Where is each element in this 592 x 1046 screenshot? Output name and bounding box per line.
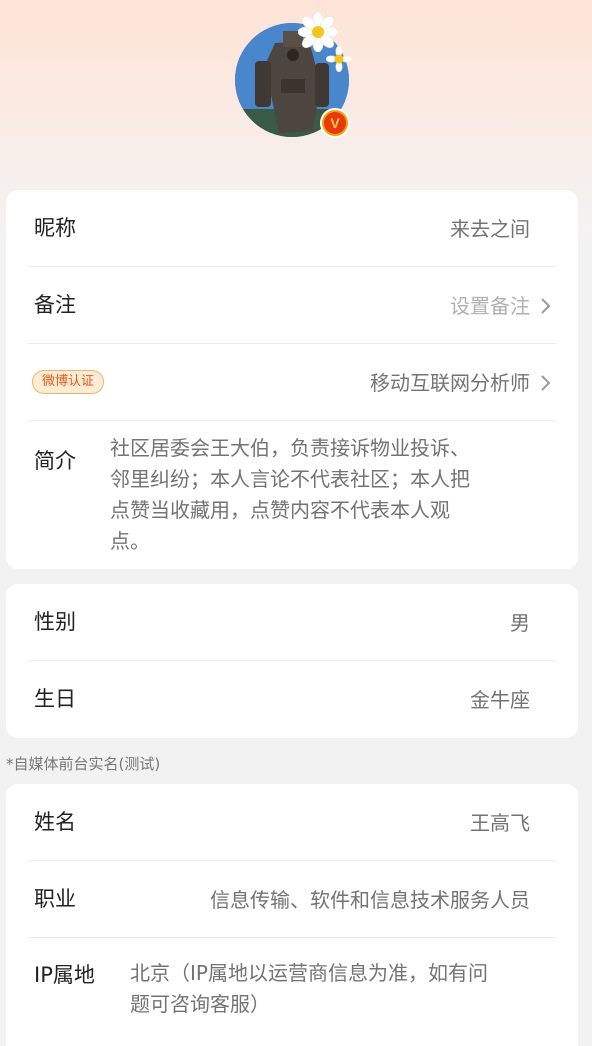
birthday-value: 金牛座 (470, 688, 530, 712)
chevron-right-icon (541, 375, 551, 391)
realname-info-card: 姓名 王高飞 职业 信息传输、软件和信息技术服务人员 IP属地 北京（IP属地以… (6, 784, 578, 1046)
chevron-right-icon (541, 298, 551, 314)
ip-value: 北京（IP属地以运营商信息为准，如有问 题可咨询客服） (130, 961, 488, 1016)
nickname-label: 昵称 (34, 216, 76, 240)
basic-info-card: 昵称 来去之间 备注 设置备注 微博认证 移动互联网分析师 简介 社区居委会王大… (6, 190, 578, 569)
birthday-row: 生日 金牛座 (6, 661, 578, 738)
verified-badge-icon: V (320, 108, 350, 138)
bio-row: 简介 社区居委会王大伯，负责接诉物业投诉、 邻里纠纷；本人言论不代表社区；本人把… (6, 421, 578, 569)
bio-label: 简介 (34, 449, 76, 473)
remark-label: 备注 (34, 293, 76, 317)
remark-row[interactable]: 备注 设置备注 (6, 267, 578, 344)
name-label: 姓名 (34, 810, 76, 834)
bio-value: 社区居委会王大伯，负责接诉物业投诉、 邻里纠纷；本人言论不代表社区；本人把 点赞… (110, 436, 470, 553)
weibo-verify-badge: 微博认证 (32, 370, 105, 394)
gender-row: 性别 男 (6, 584, 578, 661)
ip-row: IP属地 北京（IP属地以运营商信息为准，如有问 题可咨询客服） (6, 938, 578, 1046)
birthday-label: 生日 (34, 687, 76, 711)
ip-label: IP属地 (34, 963, 95, 987)
name-row: 姓名 王高飞 (6, 784, 578, 861)
job-label: 职业 (34, 887, 76, 911)
gender-label: 性别 (34, 610, 76, 634)
nickname-row: 昵称 来去之间 (6, 190, 578, 267)
nickname-value: 来去之间 (450, 217, 530, 241)
section-note: *自媒体前台实名(测试) (6, 755, 161, 773)
gender-value: 男 (510, 611, 530, 635)
job-value: 信息传输、软件和信息技术服务人员 (210, 888, 530, 912)
job-row: 职业 信息传输、软件和信息技术服务人员 (6, 861, 578, 938)
verification-row[interactable]: 微博认证 移动互联网分析师 (6, 344, 578, 421)
profile-avatar[interactable]: V (232, 12, 352, 140)
personal-info-card: 性别 男 生日 金牛座 (6, 584, 578, 738)
name-value: 王高飞 (470, 811, 530, 835)
verify-value[interactable]: 移动互联网分析师 (370, 370, 530, 396)
remark-value[interactable]: 设置备注 (450, 293, 530, 319)
daisy-small-icon (326, 46, 352, 72)
